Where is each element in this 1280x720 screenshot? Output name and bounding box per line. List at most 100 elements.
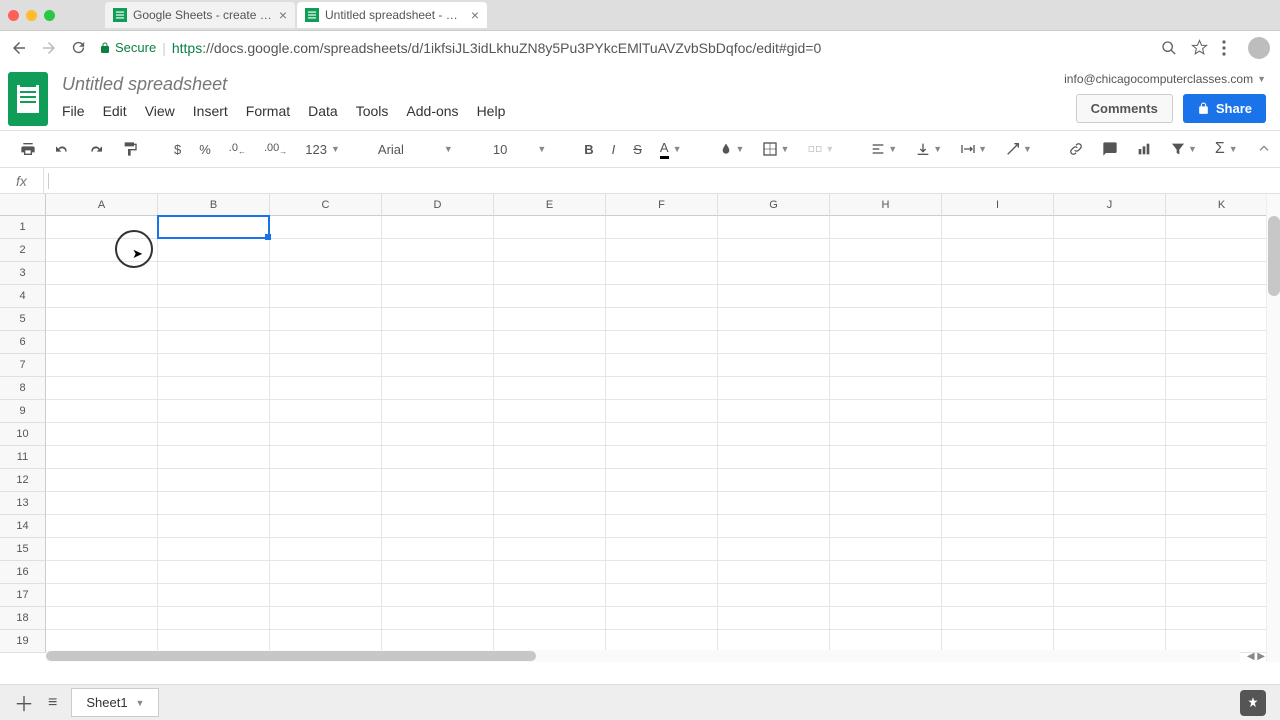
cell[interactable] — [1166, 446, 1278, 469]
cell[interactable] — [942, 515, 1054, 538]
cell[interactable] — [494, 331, 606, 354]
back-button[interactable] — [10, 39, 28, 57]
row-header[interactable]: 6 — [0, 331, 46, 354]
cell[interactable] — [942, 308, 1054, 331]
cell[interactable] — [942, 584, 1054, 607]
cell[interactable] — [942, 492, 1054, 515]
cell[interactable] — [46, 538, 158, 561]
cell[interactable] — [1054, 561, 1166, 584]
valign-button[interactable]: ▼ — [909, 137, 948, 161]
browser-tab-2[interactable]: Untitled spreadsheet - Google × — [297, 2, 487, 28]
cell[interactable] — [830, 239, 942, 262]
cell[interactable] — [1054, 262, 1166, 285]
cell[interactable] — [1054, 285, 1166, 308]
paint-format-button[interactable] — [116, 137, 144, 161]
cell[interactable] — [606, 492, 718, 515]
functions-button[interactable]: Σ▼ — [1209, 136, 1244, 162]
cell[interactable] — [494, 446, 606, 469]
cell[interactable] — [270, 492, 382, 515]
row-header[interactable]: 15 — [0, 538, 46, 561]
cell[interactable] — [830, 262, 942, 285]
cell[interactable] — [830, 492, 942, 515]
row-header[interactable]: 17 — [0, 584, 46, 607]
cell[interactable] — [494, 584, 606, 607]
cell[interactable] — [158, 285, 270, 308]
cell[interactable] — [1054, 423, 1166, 446]
cell[interactable] — [606, 331, 718, 354]
row-header[interactable]: 14 — [0, 515, 46, 538]
cell[interactable] — [382, 377, 494, 400]
cell[interactable] — [46, 239, 158, 262]
row-header[interactable]: 12 — [0, 469, 46, 492]
cell[interactable] — [270, 584, 382, 607]
cell[interactable] — [942, 262, 1054, 285]
cell[interactable] — [158, 561, 270, 584]
menu-help[interactable]: Help — [477, 103, 506, 119]
cell[interactable] — [606, 469, 718, 492]
cell[interactable] — [718, 239, 830, 262]
cell[interactable] — [1166, 285, 1278, 308]
cell[interactable] — [942, 607, 1054, 630]
cell[interactable] — [1166, 469, 1278, 492]
chart-button[interactable] — [1130, 137, 1158, 161]
cell[interactable] — [718, 423, 830, 446]
url-field[interactable]: Secure | https://docs.google.com/spreads… — [99, 40, 1149, 56]
cell[interactable] — [1054, 216, 1166, 239]
cell[interactable] — [46, 423, 158, 446]
row-header[interactable]: 4 — [0, 285, 46, 308]
cell[interactable] — [1166, 400, 1278, 423]
cell[interactable] — [382, 262, 494, 285]
cell[interactable] — [942, 538, 1054, 561]
cell[interactable] — [382, 515, 494, 538]
bookmark-icon[interactable] — [1191, 39, 1208, 56]
cell[interactable] — [382, 308, 494, 331]
link-button[interactable] — [1062, 137, 1090, 161]
cell[interactable] — [942, 285, 1054, 308]
cell[interactable] — [270, 446, 382, 469]
cell[interactable] — [830, 308, 942, 331]
row-header[interactable]: 18 — [0, 607, 46, 630]
cell[interactable] — [494, 400, 606, 423]
percent-button[interactable]: % — [193, 138, 217, 161]
row-header[interactable]: 8 — [0, 377, 46, 400]
cell[interactable] — [494, 377, 606, 400]
cell[interactable] — [270, 400, 382, 423]
cell[interactable] — [382, 331, 494, 354]
cell[interactable] — [942, 331, 1054, 354]
cell[interactable] — [46, 400, 158, 423]
cell[interactable] — [382, 285, 494, 308]
cell[interactable] — [830, 285, 942, 308]
merge-button[interactable]: ▼ — [801, 137, 840, 161]
cell[interactable] — [1166, 492, 1278, 515]
font-size-select[interactable]: 10▼ — [485, 142, 554, 157]
cell[interactable] — [1166, 538, 1278, 561]
cell[interactable] — [1054, 584, 1166, 607]
explore-button[interactable] — [1240, 690, 1266, 716]
cell[interactable] — [1166, 423, 1278, 446]
column-header[interactable]: I — [942, 194, 1054, 216]
cell[interactable] — [1054, 515, 1166, 538]
reload-button[interactable] — [70, 39, 87, 56]
cell[interactable] — [942, 446, 1054, 469]
cell[interactable] — [270, 285, 382, 308]
cell[interactable] — [606, 584, 718, 607]
cell[interactable] — [494, 515, 606, 538]
cell[interactable] — [46, 331, 158, 354]
cell[interactable] — [382, 607, 494, 630]
cell[interactable] — [382, 400, 494, 423]
cell[interactable] — [46, 469, 158, 492]
cell[interactable] — [46, 446, 158, 469]
menu-view[interactable]: View — [145, 103, 175, 119]
column-header[interactable]: C — [270, 194, 382, 216]
minimize-window-icon[interactable] — [26, 10, 37, 21]
comments-button[interactable]: Comments — [1076, 94, 1173, 123]
cell[interactable] — [1166, 584, 1278, 607]
cell[interactable] — [830, 446, 942, 469]
more-formats-button[interactable]: 123▼ — [299, 138, 346, 161]
cell[interactable] — [606, 262, 718, 285]
menu-tools[interactable]: Tools — [356, 103, 389, 119]
cell[interactable] — [942, 354, 1054, 377]
cell[interactable] — [158, 423, 270, 446]
cell[interactable] — [494, 492, 606, 515]
cell[interactable] — [606, 377, 718, 400]
